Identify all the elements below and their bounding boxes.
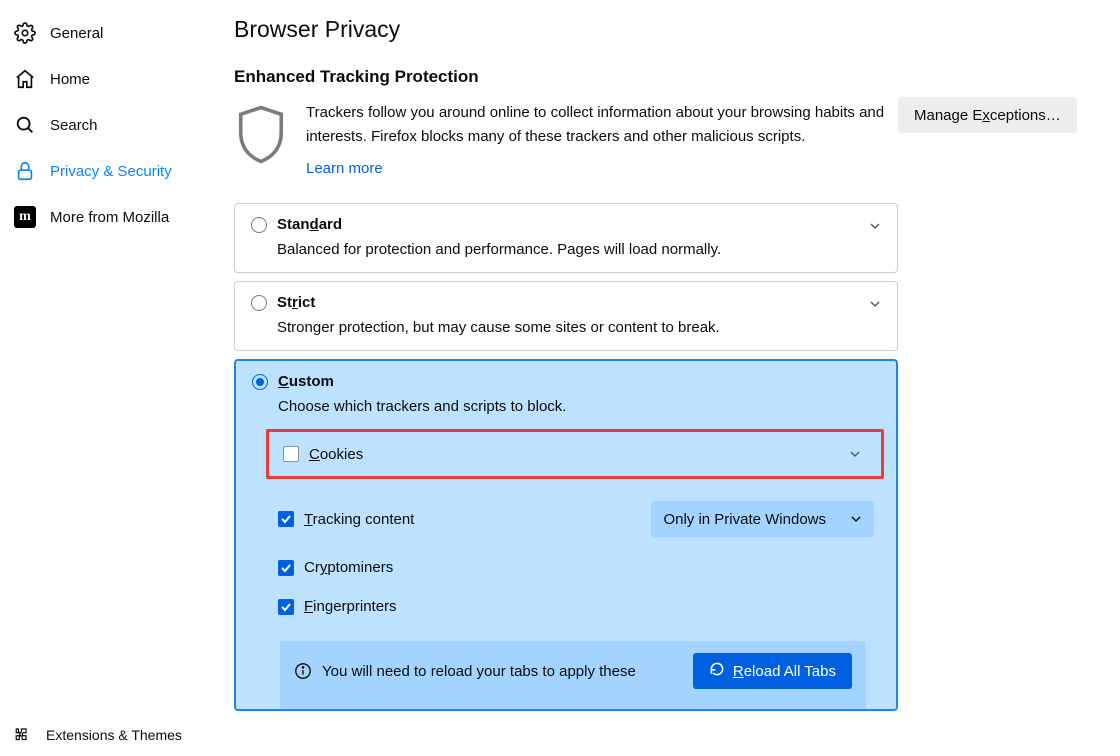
checkbox-cryptominers[interactable] bbox=[278, 560, 294, 576]
etp-level-custom: Custom Choose which trackers and scripts… bbox=[234, 359, 898, 711]
learn-more-link[interactable]: Learn more bbox=[306, 157, 383, 181]
home-icon bbox=[14, 68, 36, 90]
etp-description: Trackers follow you around online to col… bbox=[306, 104, 884, 145]
nav-label: Extensions & Themes bbox=[46, 727, 182, 743]
level-title: Standard bbox=[277, 216, 342, 233]
etp-level-standard[interactable]: Standard Balanced for protection and per… bbox=[234, 203, 898, 273]
mozilla-icon: m bbox=[14, 206, 36, 228]
sidebar-item-more-from-mozilla[interactable]: m More from Mozilla bbox=[0, 194, 220, 240]
radio-icon[interactable] bbox=[251, 217, 267, 233]
puzzle-icon bbox=[14, 726, 32, 744]
etp-heading: Enhanced Tracking Protection bbox=[234, 67, 898, 87]
button-label: Reload All Tabs bbox=[733, 663, 836, 680]
level-title: Strict bbox=[277, 294, 315, 311]
tracking-content-label: Tracking content bbox=[304, 511, 414, 528]
search-icon bbox=[14, 114, 36, 136]
sidebar-item-privacy[interactable]: Privacy & Security bbox=[0, 148, 220, 194]
sidebar-item-general[interactable]: General bbox=[0, 10, 220, 56]
manage-exceptions-button[interactable]: Manage Exceptions… bbox=[898, 97, 1077, 133]
custom-cookies-row: Cookies bbox=[266, 429, 884, 479]
select-value: Only in Private Windows bbox=[663, 511, 826, 528]
level-title: Custom bbox=[278, 373, 334, 390]
level-desc: Stronger protection, but may cause some … bbox=[277, 319, 881, 336]
level-desc: Choose which trackers and scripts to blo… bbox=[278, 398, 880, 415]
checkbox-cookies[interactable] bbox=[283, 446, 299, 462]
nav-label: Home bbox=[50, 71, 90, 88]
level-desc: Balanced for protection and performance.… bbox=[277, 241, 881, 258]
nav-label: Search bbox=[50, 117, 98, 134]
info-icon bbox=[294, 662, 312, 680]
radio-icon[interactable] bbox=[251, 295, 267, 311]
nav-label: More from Mozilla bbox=[50, 209, 169, 226]
sidebar-item-home[interactable]: Home bbox=[0, 56, 220, 102]
reload-info-bar: You will need to reload your tabs to app… bbox=[280, 641, 866, 709]
chevron-down-icon bbox=[869, 297, 881, 314]
radio-icon[interactable] bbox=[252, 374, 268, 390]
chevron-down-icon bbox=[869, 219, 881, 236]
main-content: Browser Privacy Enhanced Tracking Protec… bbox=[220, 0, 1120, 756]
reload-icon bbox=[709, 661, 725, 681]
button-label: Manage Exceptions… bbox=[914, 107, 1061, 124]
shield-icon bbox=[234, 103, 288, 167]
sidebar-item-search[interactable]: Search bbox=[0, 102, 220, 148]
fingerprinters-label: Fingerprinters bbox=[304, 598, 397, 615]
sidebar-item-extensions[interactable]: Extensions & Themes bbox=[0, 722, 220, 748]
gear-icon bbox=[14, 22, 36, 44]
checkbox-tracking-content[interactable] bbox=[278, 511, 294, 527]
lock-icon bbox=[14, 160, 36, 182]
page-title: Browser Privacy bbox=[234, 16, 1120, 43]
cookies-select[interactable] bbox=[453, 440, 873, 468]
cryptominers-label: Cryptominers bbox=[304, 559, 393, 576]
nav-label: General bbox=[50, 25, 103, 42]
sidebar: General Home Search Privacy & Security bbox=[0, 0, 220, 756]
cookies-label: Cookies bbox=[309, 446, 363, 463]
checkbox-fingerprinters[interactable] bbox=[278, 599, 294, 615]
reload-all-tabs-button[interactable]: Reload All Tabs bbox=[693, 653, 852, 689]
reload-info-text: You will need to reload your tabs to app… bbox=[322, 663, 636, 680]
nav-label: Privacy & Security bbox=[50, 163, 172, 180]
tracking-content-select[interactable]: Only in Private Windows bbox=[651, 501, 874, 537]
etp-level-strict[interactable]: Strict Stronger protection, but may caus… bbox=[234, 281, 898, 351]
